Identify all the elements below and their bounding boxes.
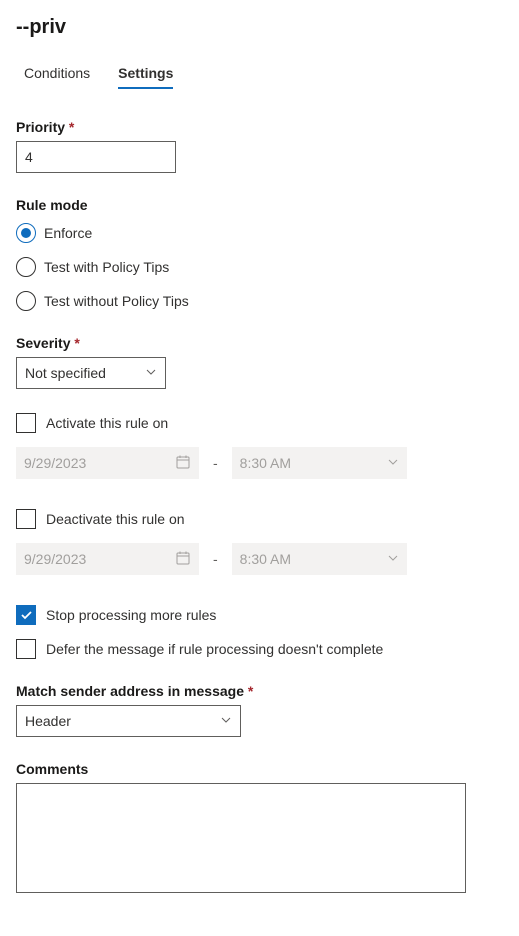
calendar-icon: [175, 550, 191, 569]
radio-enforce[interactable]: Enforce: [16, 223, 503, 243]
chevron-down-icon: [387, 455, 399, 471]
checkbox-icon: [16, 509, 36, 529]
activate-rule-checkbox-row[interactable]: Activate this rule on: [16, 413, 503, 433]
separator: -: [213, 551, 218, 567]
time-value: 8:30 AM: [240, 455, 291, 471]
checkbox-label: Activate this rule on: [46, 415, 168, 431]
deactivate-date-input[interactable]: 9/29/2023: [16, 543, 199, 575]
date-value: 9/29/2023: [24, 551, 86, 567]
stop-processing-checkbox-row[interactable]: Stop processing more rules: [16, 605, 503, 625]
deactivate-time-input[interactable]: 8:30 AM: [232, 543, 407, 575]
priority-input[interactable]: [16, 141, 176, 173]
radio-label: Test with Policy Tips: [44, 259, 169, 275]
tabs: Conditions Settings: [16, 59, 503, 89]
deactivate-rule-checkbox-row[interactable]: Deactivate this rule on: [16, 509, 503, 529]
radio-icon: [16, 291, 36, 311]
match-sender-label: Match sender address in message *: [16, 683, 503, 699]
severity-select[interactable]: Not specified: [16, 357, 166, 389]
chevron-down-icon: [145, 365, 157, 381]
rule-mode-label: Rule mode: [16, 197, 503, 213]
page-title: --priv: [16, 16, 503, 39]
checkbox-label: Defer the message if rule processing doe…: [46, 641, 383, 657]
checkbox-icon: [16, 639, 36, 659]
defer-message-checkbox-row[interactable]: Defer the message if rule processing doe…: [16, 639, 503, 659]
severity-label: Severity *: [16, 335, 503, 351]
activate-date-input[interactable]: 9/29/2023: [16, 447, 199, 479]
activate-time-input[interactable]: 8:30 AM: [232, 447, 407, 479]
radio-label: Enforce: [44, 225, 92, 241]
checkbox-label: Deactivate this rule on: [46, 511, 185, 527]
checkbox-label: Stop processing more rules: [46, 607, 216, 623]
comments-label: Comments: [16, 761, 503, 777]
priority-label: Priority *: [16, 119, 503, 135]
match-sender-value: Header: [25, 713, 71, 729]
radio-test-without-tips[interactable]: Test without Policy Tips: [16, 291, 503, 311]
radio-icon: [16, 257, 36, 277]
radio-label: Test without Policy Tips: [44, 293, 189, 309]
match-sender-select[interactable]: Header: [16, 705, 241, 737]
time-value: 8:30 AM: [240, 551, 291, 567]
chevron-down-icon: [387, 551, 399, 567]
tab-settings[interactable]: Settings: [118, 59, 173, 89]
checkbox-icon: [16, 413, 36, 433]
comments-textarea[interactable]: [16, 783, 466, 893]
tab-conditions[interactable]: Conditions: [24, 59, 90, 89]
checkbox-icon: [16, 605, 36, 625]
date-value: 9/29/2023: [24, 455, 86, 471]
calendar-icon: [175, 454, 191, 473]
severity-value: Not specified: [25, 365, 106, 381]
separator: -: [213, 455, 218, 471]
radio-test-with-tips[interactable]: Test with Policy Tips: [16, 257, 503, 277]
chevron-down-icon: [220, 713, 232, 729]
radio-icon: [16, 223, 36, 243]
